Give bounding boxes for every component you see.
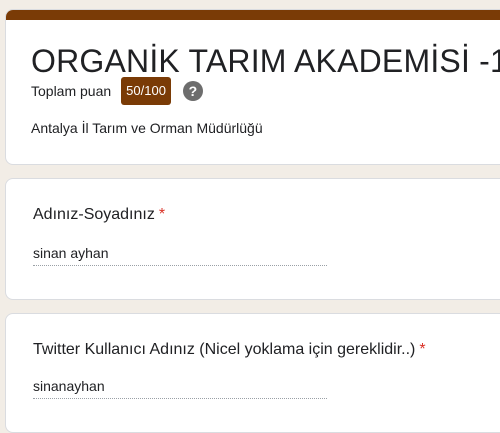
question-title-twitter: Twitter Kullanıcı Adınız (Nicel yoklama … [33,341,426,359]
score-row: Toplam puan 50/100 ? [31,77,203,105]
form-header-card: ORGANİK TARIM AKADEMİSİ -1- Toplam puan … [5,9,500,165]
answer-twitter-field[interactable]: sinanayhan [33,378,327,399]
question-card-twitter: Twitter Kullanıcı Adınız (Nicel yoklama … [5,313,500,433]
answer-name-field[interactable]: sinan ayhan [33,245,327,266]
required-mark: * [419,341,426,358]
question-label: Twitter Kullanıcı Adınız (Nicel yoklama … [33,341,416,358]
required-mark: * [158,206,166,223]
question-card-name: Adınız-Soyadınız * sinan ayhan [5,178,500,300]
header-accent-bar [6,10,500,20]
score-label: Toplam puan [31,83,112,99]
help-icon[interactable]: ? [182,81,203,101]
question-label: Adınız-Soyadınız [33,206,155,223]
form-title: ORGANİK TARIM AKADEMİSİ -1- [31,43,500,79]
question-title-name: Adınız-Soyadınız * [33,206,165,224]
form-description: Antalya İl Tarım ve Orman Müdürlüğü [31,120,263,136]
score-badge: 50/100 [121,77,171,105]
